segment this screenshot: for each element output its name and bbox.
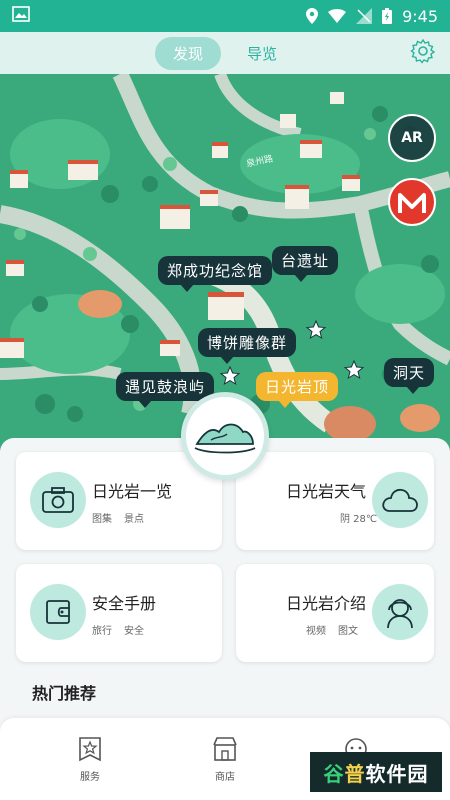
star-bookmark-icon: [79, 737, 101, 762]
cloud-icon: [372, 472, 428, 528]
poi-label: 博饼雕像群: [207, 334, 288, 352]
image-icon: [12, 6, 30, 26]
top-tab-bar: 发现 导览: [0, 32, 450, 74]
poi-label: 洞天: [393, 364, 426, 382]
shop-icon: [213, 737, 237, 761]
card-title: 日光岩一览: [92, 482, 173, 501]
ar-button[interactable]: AR: [388, 114, 436, 162]
poi-bobing-statues[interactable]: 博饼雕像群: [198, 328, 297, 364]
card-tag: 图集: [92, 514, 112, 525]
nav-shop[interactable]: 商店: [195, 736, 255, 783]
watermark-text: 普: [344, 761, 366, 786]
card-tag: 景点: [124, 514, 144, 525]
tab-discover[interactable]: 发现: [154, 36, 221, 70]
watermark-text: 软件园: [365, 761, 429, 786]
signal-icon: [356, 8, 373, 24]
poi-ruins[interactable]: 台遗址: [272, 246, 339, 282]
star-icon: [306, 320, 326, 340]
battery-icon: [382, 8, 393, 24]
metro-button[interactable]: [388, 178, 436, 226]
star-icon: [344, 360, 364, 380]
wifi-icon: [328, 9, 347, 23]
wallet-icon: [30, 584, 86, 640]
card-title: 日光岩介绍: [286, 594, 367, 613]
poi-meet-gulangyu[interactable]: 遇见鼓浪屿: [116, 372, 215, 408]
card-tag: 阴 28℃: [340, 514, 378, 525]
card-overview[interactable]: 日光岩一览 图集 景点: [16, 452, 222, 550]
poi-zheng-chenggong-memorial[interactable]: 郑成功纪念馆: [158, 256, 273, 292]
card-safety-manual[interactable]: 安全手册 旅行 安全: [16, 564, 222, 662]
poi-label: 台遗址: [281, 252, 330, 270]
poi-label: 日光岩顶: [265, 378, 330, 396]
status-time: 9:45: [402, 6, 438, 26]
hot-recommend-title: 热门推荐: [32, 684, 97, 703]
card-title: 安全手册: [92, 594, 157, 613]
nav-service[interactable]: 服务: [60, 736, 120, 783]
card-title: 日光岩天气: [286, 482, 367, 501]
nav-label: 商店: [215, 772, 235, 783]
mountain-logo-icon: [194, 423, 256, 454]
tab-guide[interactable]: 导览: [229, 37, 295, 70]
watermark-logo: 谷 普 软件园: [310, 752, 442, 792]
star-icon: [220, 366, 240, 386]
photo-icon: [30, 472, 86, 528]
poi-cave[interactable]: 洞天: [384, 358, 435, 394]
headset-person-icon: [372, 584, 428, 640]
ar-label: AR: [401, 130, 423, 146]
card-tag: 旅行: [92, 626, 112, 637]
center-logo[interactable]: [181, 392, 269, 480]
gear-icon[interactable]: [410, 38, 436, 64]
card-weather[interactable]: 日光岩天气 阴 28℃: [236, 452, 434, 550]
status-bar: 9:45: [0, 0, 450, 32]
metro-icon: [398, 193, 426, 213]
card-tag: 安全: [124, 626, 144, 637]
card-tag: 图文: [338, 626, 358, 637]
nav-label: 服务: [80, 772, 100, 783]
location-icon: [306, 8, 319, 24]
watermark-text: 谷: [323, 761, 345, 786]
poi-label: 遇见鼓浪屿: [125, 378, 206, 396]
poi-sunlight-rock-peak[interactable]: 日光岩顶: [256, 372, 339, 408]
poi-label: 郑成功纪念馆: [167, 262, 264, 280]
card-introduction[interactable]: 日光岩介绍 视频 图文: [236, 564, 434, 662]
card-tag: 视频: [306, 626, 326, 637]
